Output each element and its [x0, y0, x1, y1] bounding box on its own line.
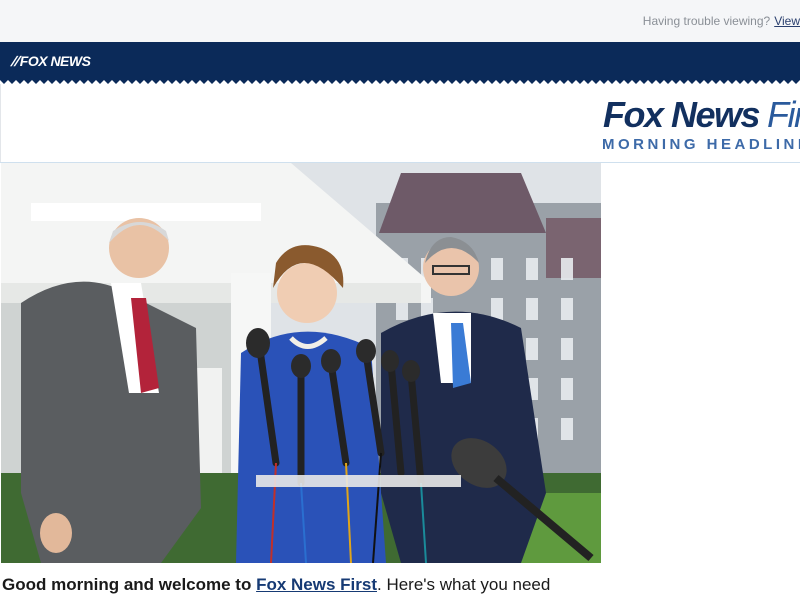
- brand-bar: //FOX NEWS: [0, 42, 800, 84]
- hero-photo-illustration: [1, 163, 601, 563]
- preheader: Having trouble viewing? View: [0, 0, 800, 42]
- newsletter-subtitle: MORNING HEADLINES: [602, 136, 800, 153]
- title-main: Fox News: [603, 94, 761, 135]
- intro-lead: Good morning and welcome to: [2, 575, 252, 594]
- trouble-viewing: Having trouble viewing? View: [643, 14, 800, 28]
- view-in-browser-link[interactable]: View: [774, 14, 800, 28]
- logo-text: FOX NEWS: [19, 53, 91, 69]
- trouble-text: Having trouble viewing?: [642, 14, 771, 28]
- hero-photo[interactable]: [1, 163, 601, 563]
- fox-news-logo[interactable]: //FOX NEWS: [10, 53, 91, 69]
- intro-text: Good morning and welcome to Fox News Fir…: [2, 575, 792, 595]
- title-first: First: [767, 94, 800, 135]
- newsletter-title: Fox NewsFirst: [603, 94, 800, 136]
- intro-rest: . Here's what you need: [377, 575, 551, 594]
- masthead: Fox NewsFirst MORNING HEADLINES: [0, 84, 800, 162]
- fox-news-first-link[interactable]: Fox News First: [256, 575, 377, 594]
